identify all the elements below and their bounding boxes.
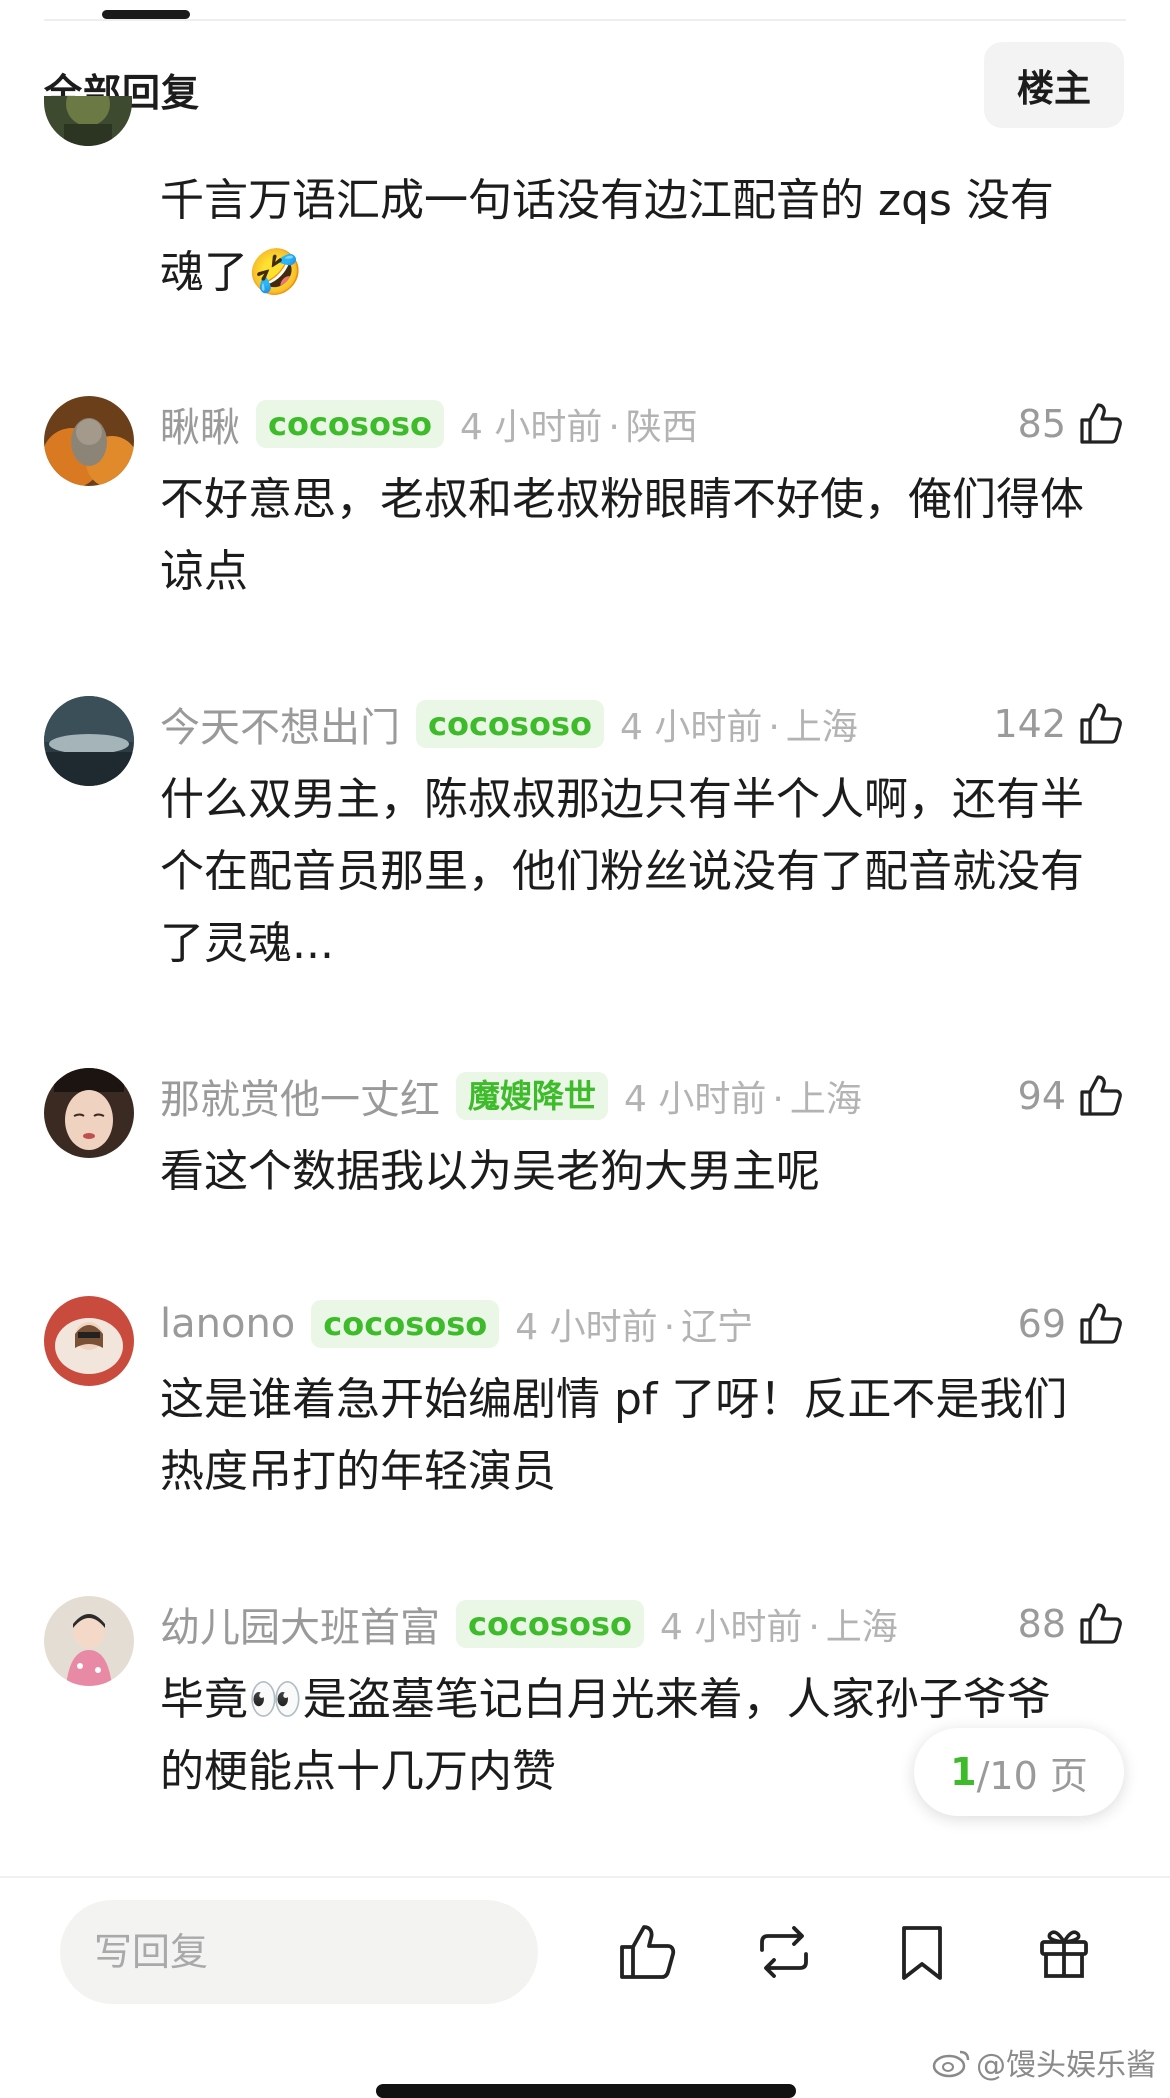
- like-button[interactable]: 69: [1018, 1294, 1124, 1354]
- username[interactable]: lanono: [160, 1301, 295, 1347]
- timestamp: 4 小时前 · 上海: [659, 1607, 898, 1648]
- fan-badge[interactable]: 魔嫂降世: [456, 1072, 609, 1120]
- like-button[interactable]: 94: [1018, 1066, 1124, 1126]
- like-button[interactable]: 142: [993, 694, 1124, 754]
- fan-badge[interactable]: cocososo: [256, 400, 444, 448]
- home-indicator: [376, 2084, 796, 2098]
- pagination-indicator[interactable]: 1/10 页: [914, 1728, 1124, 1816]
- like-count: 85: [1017, 402, 1066, 446]
- timestamp: 4 小时前 · 上海: [624, 1079, 862, 1120]
- fan-badge[interactable]: cocososo: [416, 700, 604, 748]
- avatar[interactable]: [44, 696, 134, 786]
- tab-indicator: [102, 10, 190, 19]
- owner-only-button[interactable]: 楼主: [984, 42, 1124, 128]
- comment-content: 千言万语汇成一句话没有边江配音的 zqs 没有魂了🤣: [160, 175, 1054, 298]
- like-count: 88: [1017, 1602, 1066, 1646]
- fan-badge[interactable]: cocososo: [456, 1600, 644, 1648]
- bookmark-icon[interactable]: [890, 1920, 954, 1984]
- thumbs-up-icon[interactable]: [614, 1920, 678, 1984]
- thumbs-up-icon: [1080, 403, 1122, 444]
- current-page: 1: [950, 1750, 977, 1794]
- username[interactable]: 瞅瞅: [160, 395, 240, 453]
- avatar[interactable]: [44, 1296, 134, 1386]
- reply-box[interactable]: [60, 1900, 538, 2004]
- total-pages: /10 页: [976, 1753, 1088, 1798]
- comment-meta: lanono cocososo 4 小时前 · 辽宁: [160, 1294, 753, 1354]
- avatar[interactable]: [44, 1068, 134, 1158]
- avatar[interactable]: [44, 1596, 134, 1686]
- timestamp: 4 小时前 · 陕西: [459, 407, 698, 448]
- timestamp: 4 小时前 · 上海: [619, 707, 858, 748]
- like-button[interactable]: 85: [1018, 394, 1124, 454]
- weibo-logo-icon: [932, 2050, 970, 2078]
- repost-icon[interactable]: [752, 1920, 816, 1984]
- like-count: 69: [1017, 1302, 1066, 1346]
- comment-content: 什么双男主，陈叔叔那边只有半个人啊，还有半个在配音员那里，他们粉丝说没有了配音就…: [160, 774, 1084, 969]
- timestamp: 4 小时前 · 辽宁: [515, 1307, 754, 1348]
- username[interactable]: 今天不想出门: [160, 695, 400, 753]
- fan-badge[interactable]: cocososo: [311, 1300, 500, 1348]
- avatar[interactable]: [44, 96, 132, 146]
- thumbs-up-icon: [1080, 1603, 1122, 1644]
- thumbs-up-icon: [1080, 1303, 1122, 1344]
- username[interactable]: 幼儿园大班首富: [160, 1595, 440, 1653]
- gift-icon[interactable]: [1032, 1920, 1096, 1984]
- reply-input[interactable]: [92, 1929, 496, 1975]
- comment-content: 不好意思，老叔和老叔粉眼睛不好使，俺们得体谅点: [160, 474, 1084, 597]
- watermark: @馒头娱乐酱: [932, 2040, 1156, 2084]
- username[interactable]: 那就赏他一丈红: [160, 1067, 440, 1125]
- watermark-text: @馒头娱乐酱: [976, 2048, 1156, 2083]
- like-count: 94: [1017, 1074, 1066, 1118]
- comment-meta: 那就赏他一丈红 魔嫂降世 4 小时前 · 上海: [160, 1066, 862, 1126]
- comment-meta: 瞅瞅 cocososo 4 小时前 · 陕西: [160, 394, 698, 454]
- comment-content: 看这个数据我以为吴老狗大男主呢: [160, 1146, 820, 1197]
- like-count: 142: [993, 702, 1066, 746]
- top-divider: [44, 19, 1126, 21]
- like-button[interactable]: 88: [1018, 1594, 1124, 1654]
- avatar[interactable]: [44, 396, 134, 486]
- thumbs-up-icon: [1080, 1075, 1122, 1116]
- thumbs-up-icon: [1080, 703, 1122, 744]
- comment-meta: 幼儿园大班首富 cocososo 4 小时前 · 上海: [160, 1594, 898, 1654]
- comment-content: 这是谁着急开始编剧情 pf 了呀！反正不是我们热度吊打的年轻演员: [160, 1374, 1068, 1497]
- comment-meta: 今天不想出门 cocososo 4 小时前 · 上海: [160, 694, 858, 754]
